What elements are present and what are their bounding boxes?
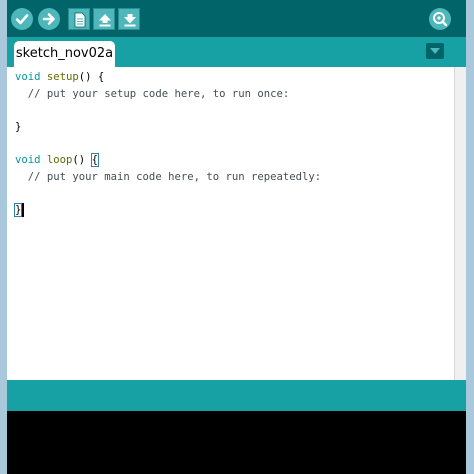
console-status-bar bbox=[7, 380, 466, 411]
code-comment-loop: // put your main code here, to run repea… bbox=[15, 170, 322, 183]
tab-bar: sketch_nov02a bbox=[7, 37, 466, 67]
code-line-9: } bbox=[13, 202, 25, 217]
verify-button[interactable] bbox=[11, 8, 33, 30]
arrow-right-icon bbox=[42, 13, 55, 25]
code-line-6: void loop() { bbox=[15, 152, 100, 167]
tab-menu-button[interactable] bbox=[426, 43, 444, 59]
keyword: void bbox=[15, 153, 41, 166]
code-editor[interactable]: void setup() { // put your setup code he… bbox=[7, 67, 454, 380]
function-name: loop bbox=[46, 153, 73, 166]
new-file-icon bbox=[74, 12, 86, 28]
window-left-frame bbox=[0, 0, 7, 474]
code-line-1: void setup() { bbox=[15, 71, 104, 83]
arrow-up-icon bbox=[99, 14, 111, 27]
serial-monitor-button[interactable] bbox=[429, 8, 451, 30]
code-comment-setup: // put your setup code here, to run once… bbox=[15, 87, 290, 100]
tab-sketch[interactable]: sketch_nov02a bbox=[14, 41, 115, 67]
window-right-frame bbox=[466, 0, 474, 474]
editor-scrollbar[interactable] bbox=[454, 67, 466, 380]
matched-brace: { bbox=[90, 152, 100, 167]
function-name: setup bbox=[46, 71, 79, 83]
open-sketch-button[interactable] bbox=[93, 8, 115, 30]
magnifier-icon bbox=[433, 12, 448, 27]
toolbar bbox=[7, 0, 466, 37]
matched-brace-close: } bbox=[13, 202, 23, 217]
check-icon bbox=[15, 14, 29, 25]
new-sketch-button[interactable] bbox=[68, 8, 90, 30]
code-rest: () { bbox=[78, 71, 105, 83]
code-text[interactable]: void setup() { // put your setup code he… bbox=[13, 69, 322, 218]
code-line-4: } bbox=[15, 120, 22, 133]
save-sketch-button[interactable] bbox=[118, 8, 140, 30]
console-output bbox=[7, 411, 466, 474]
code-rest: () bbox=[72, 153, 92, 166]
upload-button[interactable] bbox=[38, 8, 60, 30]
chevron-down-icon bbox=[430, 48, 440, 54]
arrow-down-icon bbox=[124, 14, 136, 27]
keyword: void bbox=[15, 71, 41, 83]
text-caret bbox=[22, 202, 25, 217]
